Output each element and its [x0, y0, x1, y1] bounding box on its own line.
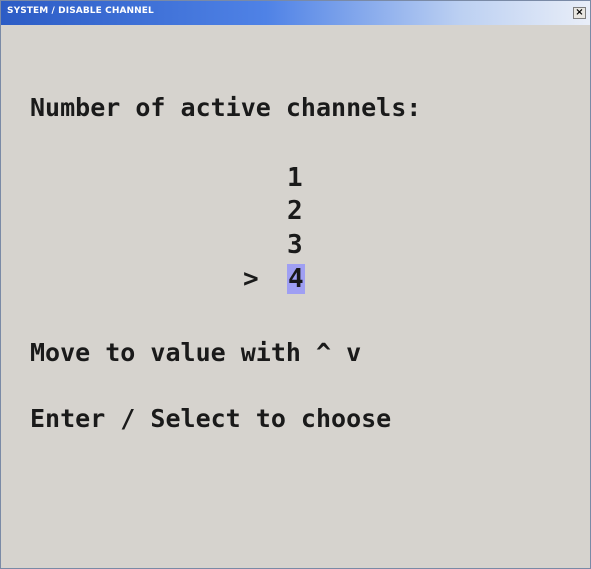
selection-pointer-icon: >	[243, 264, 259, 294]
option-value: 3	[287, 230, 303, 260]
dialog-content: Number of active channels: 1 2 3 > 4 Mov…	[1, 25, 590, 568]
select-hint: Enter / Select to choose	[30, 404, 392, 433]
option-value: 2	[287, 196, 303, 226]
channel-option-4-selected[interactable]: 4	[287, 263, 305, 295]
option-value: 1	[287, 163, 303, 193]
channel-option-3[interactable]: 3	[287, 229, 303, 261]
channel-option-2[interactable]: 2	[287, 195, 303, 227]
close-icon: ×	[575, 7, 584, 18]
close-button[interactable]: ×	[573, 7, 586, 19]
move-hint: Move to value with ^ v	[30, 338, 362, 367]
option-value-selected: 4	[287, 264, 305, 294]
title-bar[interactable]: SYSTEM / DISABLE CHANNEL ×	[1, 1, 590, 25]
window-title: SYSTEM / DISABLE CHANNEL	[7, 6, 154, 16]
channel-option-1[interactable]: 1	[287, 162, 303, 194]
dialog-window: SYSTEM / DISABLE CHANNEL × Number of act…	[0, 0, 591, 569]
channels-heading: Number of active channels:	[30, 93, 422, 122]
